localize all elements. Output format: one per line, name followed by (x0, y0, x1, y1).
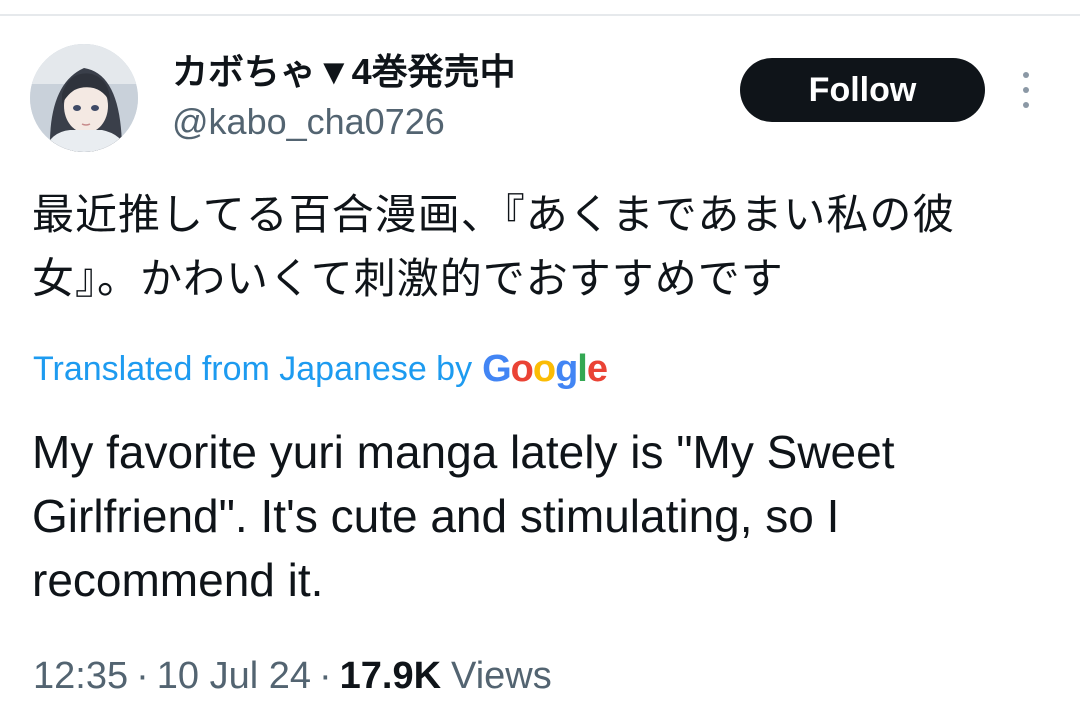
author-display-name[interactable]: カボちゃ▼4巻発売中 (172, 50, 516, 94)
more-options-icon[interactable] (1012, 70, 1040, 110)
views-count[interactable]: 17.9K (340, 655, 441, 698)
translated-from-link[interactable]: Translated from Japanese by (33, 350, 472, 389)
meta-separator: · (136, 654, 149, 697)
google-logo-letter: o (510, 347, 534, 390)
avatar[interactable] (30, 44, 138, 152)
tweet-time[interactable]: 12:35 (33, 655, 128, 698)
translation-attribution: Translated from Japanese by Google (33, 345, 608, 393)
tweet-meta: 12:35 · 10 Jul 24 · 17.9K Views (33, 650, 552, 702)
more-dot (1023, 102, 1029, 108)
google-logo-letter: g (555, 347, 578, 390)
more-dot (1023, 72, 1029, 78)
tweet-text-original: 最近推してる百合漫画、『あくまであまい私の彼女』。かわいくて刺激的でおすすめです (32, 191, 956, 302)
avatar-illustration-icon (30, 44, 138, 152)
author-handle[interactable]: @kabo_cha0726 (172, 100, 445, 144)
tweet-date[interactable]: 10 Jul 24 (157, 655, 311, 698)
google-logo-letter: G (482, 347, 512, 390)
google-logo: Google (482, 347, 608, 391)
google-logo-letter: l (577, 347, 588, 390)
follow-button[interactable]: Follow (740, 58, 985, 122)
google-logo-letter: e (586, 347, 608, 390)
meta-separator: · (318, 654, 332, 697)
tweet-text-translated: My favorite yuri manga lately is "My Swe… (32, 426, 895, 606)
google-logo-letter: o (532, 347, 556, 390)
more-dot (1023, 87, 1029, 93)
top-divider (0, 14, 1080, 16)
views-label: Views (451, 654, 552, 697)
